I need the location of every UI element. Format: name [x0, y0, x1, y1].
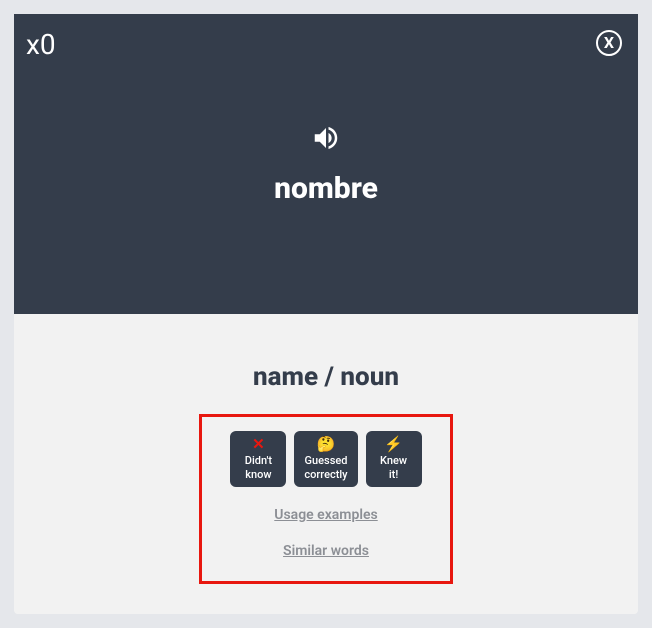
card-front: x0 X nombre — [14, 14, 638, 314]
translation-text: name / noun — [253, 362, 399, 392]
card-back: name / noun ✕ Didn't know 🤔 Guessed corr… — [14, 314, 638, 614]
response-buttons: ✕ Didn't know 🤔 Guessed correctly ⚡ Knew… — [230, 431, 421, 487]
similar-words-link[interactable]: Similar words — [283, 543, 369, 559]
play-audio-button[interactable] — [311, 123, 341, 153]
didnt-know-label: Didn't know — [245, 454, 272, 480]
knew-it-label: Knew it! — [380, 454, 407, 480]
highlight-annotation: ✕ Didn't know 🤔 Guessed correctly ⚡ Knew… — [199, 414, 452, 584]
guessed-label: Guessed correctly — [304, 454, 347, 480]
didnt-know-button[interactable]: ✕ Didn't know — [230, 431, 286, 487]
word-text: nombre — [274, 171, 378, 206]
knew-it-button[interactable]: ⚡ Knew it! — [366, 431, 422, 487]
guessed-button[interactable]: 🤔 Guessed correctly — [294, 431, 357, 487]
thinking-emoji-icon: 🤔 — [317, 437, 336, 452]
flashcard: x0 X nombre name / noun ✕ Didn't know — [14, 14, 638, 614]
speaker-icon — [311, 123, 341, 153]
streak-counter: x0 — [26, 28, 56, 61]
close-button[interactable]: X — [596, 30, 622, 56]
close-icon: X — [604, 35, 614, 51]
bolt-icon: ⚡ — [384, 437, 403, 452]
usage-examples-link[interactable]: Usage examples — [274, 507, 377, 523]
cross-icon: ✕ — [252, 437, 265, 452]
